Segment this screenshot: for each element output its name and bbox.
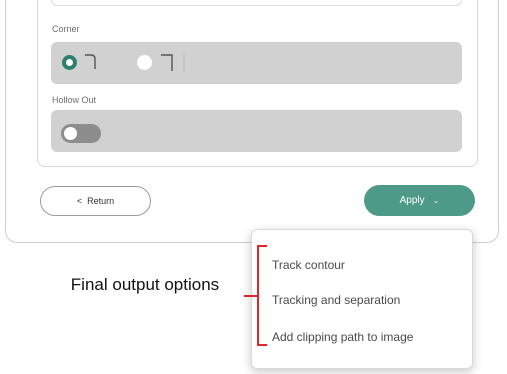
square-corner-icon <box>161 54 185 72</box>
apply-button[interactable]: Apply ⌄ <box>364 185 475 216</box>
return-button-label: Return <box>87 196 115 206</box>
corner-options-box <box>51 42 462 84</box>
apply-button-label: Apply <box>399 195 425 206</box>
hollow-out-box <box>51 110 462 152</box>
menu-item-add-clipping-path[interactable]: Add clipping path to image <box>272 330 413 344</box>
menu-item-track-contour[interactable]: Track contour <box>272 258 345 272</box>
annotation-bracket-tick <box>244 295 258 297</box>
annotation-label: Final output options <box>70 275 220 294</box>
toggle-knob <box>64 127 77 140</box>
screen: Corner Hollow Out < Return Apply ⌄ Track… <box>0 0 507 374</box>
menu-item-tracking-separation[interactable]: Tracking and separation <box>272 293 400 307</box>
return-button[interactable]: < Return <box>40 186 151 216</box>
corner-label: Corner <box>52 24 80 34</box>
chevron-left-icon: < <box>76 196 83 206</box>
hollow-out-toggle[interactable] <box>61 124 101 143</box>
chevron-down-icon: ⌄ <box>432 196 440 205</box>
hollow-out-label: Hollow Out <box>52 95 97 105</box>
corner-radio-square[interactable] <box>137 55 152 70</box>
top-field-box <box>51 0 462 6</box>
rounded-corner-icon <box>85 54 96 69</box>
corner-radio-rounded[interactable] <box>62 55 77 70</box>
annotation-bracket <box>257 245 267 346</box>
